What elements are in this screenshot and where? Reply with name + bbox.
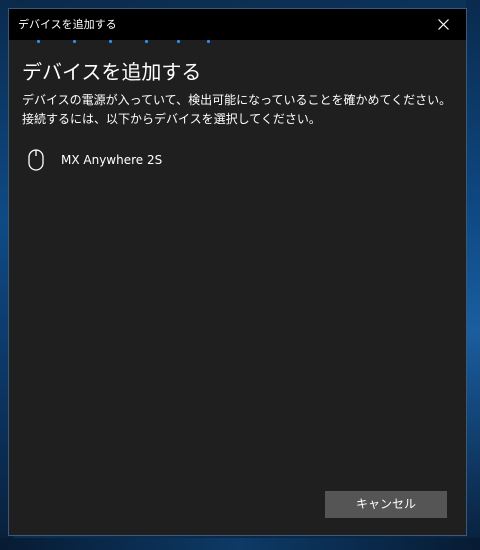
progress-dot [207, 40, 210, 43]
progress-dot [145, 40, 148, 43]
desktop-background-right [466, 0, 480, 550]
add-device-dialog: デバイスを追加する デバイスを追加する デバイスの電源が入っていて、検出可能にな… [8, 8, 467, 536]
cancel-button[interactable]: キャンセル [325, 491, 447, 518]
progress-dot [37, 40, 40, 43]
desktop-background-bottom [0, 538, 480, 550]
searching-progress-indicator [37, 40, 237, 44]
title-bar: デバイスを追加する [9, 9, 466, 40]
progress-dot [109, 40, 112, 43]
instructions-text: デバイスの電源が入っていて、検出可能になっていることを確かめてください。接続する… [22, 93, 452, 126]
page-title: デバイスを追加する [22, 60, 202, 84]
progress-dot [73, 40, 76, 43]
progress-dot [177, 40, 180, 43]
mouse-icon [23, 143, 49, 177]
device-list-item[interactable]: MX Anywhere 2S [17, 143, 457, 177]
close-button[interactable] [420, 9, 466, 40]
close-icon [437, 19, 449, 30]
device-name: MX Anywhere 2S [61, 153, 163, 167]
window-title: デバイスを追加する [18, 18, 117, 31]
